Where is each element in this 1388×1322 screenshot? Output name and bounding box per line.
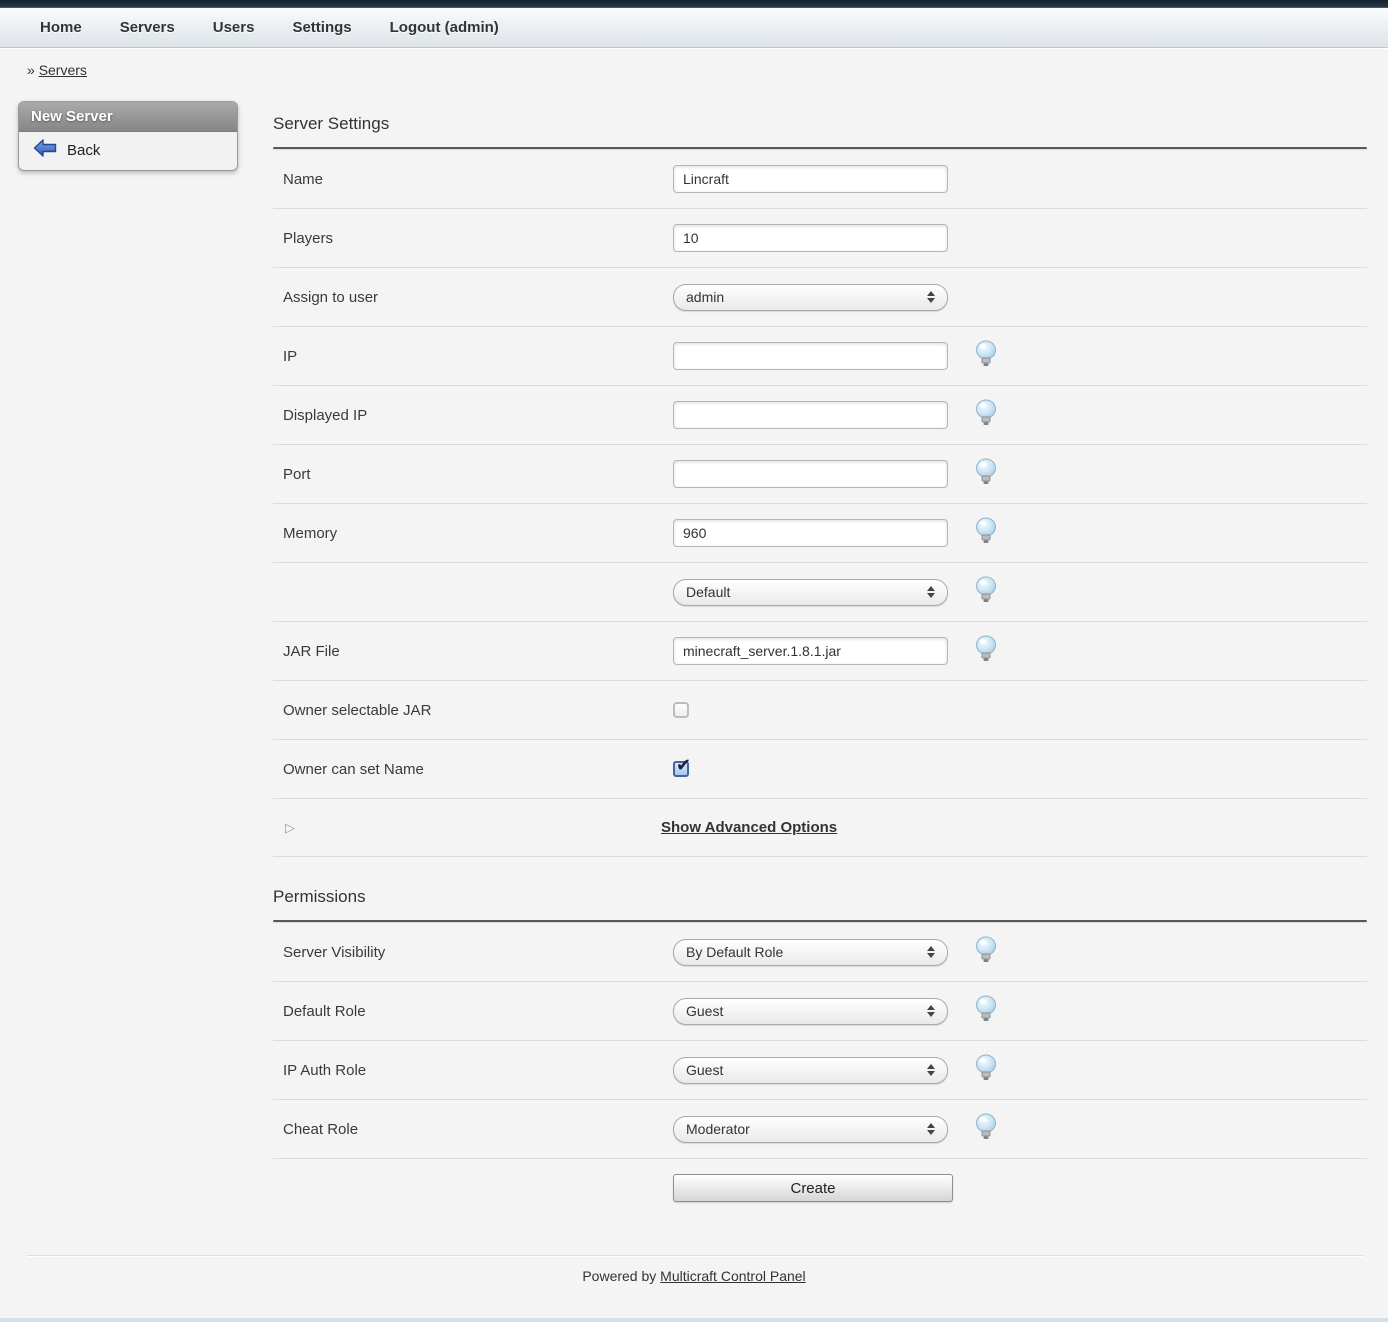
select-arrows-icon bbox=[927, 586, 935, 598]
cheat-role-value: Moderator bbox=[686, 1121, 927, 1137]
row-assign-to-user: Assign to user admin bbox=[273, 267, 1367, 326]
panel-title: New Server bbox=[19, 102, 237, 132]
assign-to-user-select[interactable]: admin bbox=[673, 284, 948, 311]
back-label: Back bbox=[67, 142, 100, 159]
disclosure-triangle-icon[interactable]: ▷ bbox=[273, 820, 661, 836]
permissions-title: Permissions bbox=[273, 887, 1367, 920]
ip-label: IP bbox=[273, 348, 673, 365]
default-select-help-bulb-icon[interactable] bbox=[974, 576, 998, 609]
row-owner-can-set-name: Owner can set Name ✔ bbox=[273, 739, 1367, 798]
footer-divider bbox=[27, 1255, 1363, 1256]
show-advanced-options-link[interactable]: Show Advanced Options bbox=[661, 819, 837, 836]
players-label: Players bbox=[273, 230, 673, 247]
memory-help-bulb-icon[interactable] bbox=[974, 517, 998, 550]
row-cheat-role: Cheat Role Moderator bbox=[273, 1099, 1367, 1158]
checkmark-icon: ✔ bbox=[676, 756, 691, 774]
ip-auth-role-help-bulb-icon[interactable] bbox=[974, 1054, 998, 1087]
row-jar-file: JAR File bbox=[273, 621, 1367, 680]
assign-to-user-value: admin bbox=[686, 289, 927, 305]
create-button[interactable]: Create bbox=[673, 1174, 953, 1202]
displayed-ip-help-bulb-icon[interactable] bbox=[974, 399, 998, 432]
row-server-visibility: Server Visibility By Default Role bbox=[273, 922, 1367, 981]
main-navbar: Home Servers Users Settings Logout (admi… bbox=[0, 8, 1388, 48]
select-arrows-icon bbox=[927, 1064, 935, 1076]
cheat-role-label: Cheat Role bbox=[273, 1121, 673, 1138]
row-owner-selectable-jar: Owner selectable JAR bbox=[273, 680, 1367, 739]
bottom-strip bbox=[0, 1318, 1388, 1322]
cheat-role-select[interactable]: Moderator bbox=[673, 1116, 948, 1143]
server-visibility-select[interactable]: By Default Role bbox=[673, 939, 948, 966]
row-ip-auth-role: IP Auth Role Guest bbox=[273, 1040, 1367, 1099]
breadcrumb-arrows: » bbox=[27, 62, 35, 78]
new-server-panel: New Server Back bbox=[18, 101, 238, 171]
owner-selectable-jar-checkbox[interactable] bbox=[673, 702, 689, 718]
select-arrows-icon bbox=[927, 1123, 935, 1135]
default-role-value: Guest bbox=[686, 1003, 927, 1019]
assign-to-user-label: Assign to user bbox=[273, 289, 673, 306]
row-advanced-options: ▷ Show Advanced Options bbox=[273, 798, 1367, 857]
owner-selectable-jar-label: Owner selectable JAR bbox=[273, 702, 673, 719]
breadcrumb: » Servers bbox=[27, 62, 1388, 82]
displayed-ip-label: Displayed IP bbox=[273, 407, 673, 424]
row-port: Port bbox=[273, 444, 1367, 503]
footer-powered-by-text: Powered by bbox=[582, 1268, 656, 1284]
breadcrumb-servers-link[interactable]: Servers bbox=[39, 62, 87, 78]
jar-file-input[interactable] bbox=[673, 637, 948, 665]
select-arrows-icon bbox=[927, 1005, 935, 1017]
cheat-role-help-bulb-icon[interactable] bbox=[974, 1113, 998, 1146]
name-label: Name bbox=[273, 171, 673, 188]
row-name: Name bbox=[273, 149, 1367, 208]
row-memory: Memory bbox=[273, 503, 1367, 562]
default-select[interactable]: Default bbox=[673, 579, 948, 606]
select-arrows-icon bbox=[927, 946, 935, 958]
port-input[interactable] bbox=[673, 460, 948, 488]
sidebar: New Server Back bbox=[0, 82, 273, 171]
jar-file-label: JAR File bbox=[273, 643, 673, 660]
ip-help-bulb-icon[interactable] bbox=[974, 340, 998, 373]
nav-users[interactable]: Users bbox=[213, 19, 255, 36]
server-visibility-help-bulb-icon[interactable] bbox=[974, 936, 998, 969]
port-help-bulb-icon[interactable] bbox=[974, 458, 998, 491]
nav-logout[interactable]: Logout (admin) bbox=[390, 19, 499, 36]
ip-auth-role-select[interactable]: Guest bbox=[673, 1057, 948, 1084]
nav-settings[interactable]: Settings bbox=[292, 19, 351, 36]
server-visibility-label: Server Visibility bbox=[273, 944, 673, 961]
ip-auth-role-label: IP Auth Role bbox=[273, 1062, 673, 1079]
memory-input[interactable] bbox=[673, 519, 948, 547]
row-ip: IP bbox=[273, 326, 1367, 385]
default-role-select[interactable]: Guest bbox=[673, 998, 948, 1025]
main-content: Server Settings Name Players Assign to u… bbox=[273, 82, 1367, 1217]
footer-multicraft-link[interactable]: Multicraft Control Panel bbox=[660, 1268, 806, 1284]
default-role-help-bulb-icon[interactable] bbox=[974, 995, 998, 1028]
row-create: Create bbox=[273, 1158, 1367, 1217]
nav-home[interactable]: Home bbox=[40, 19, 82, 36]
displayed-ip-input[interactable] bbox=[673, 401, 948, 429]
ip-input[interactable] bbox=[673, 342, 948, 370]
owner-can-set-name-label: Owner can set Name bbox=[273, 761, 673, 778]
server-settings-title: Server Settings bbox=[273, 114, 1367, 147]
nav-servers[interactable]: Servers bbox=[120, 19, 175, 36]
owner-can-set-name-checkbox[interactable]: ✔ bbox=[673, 761, 689, 777]
memory-label: Memory bbox=[273, 525, 673, 542]
back-arrow-icon bbox=[33, 139, 67, 162]
back-button[interactable]: Back bbox=[33, 139, 227, 162]
footer: Powered by Multicraft Control Panel bbox=[0, 1268, 1388, 1284]
name-input[interactable] bbox=[673, 165, 948, 193]
top-navy-strip bbox=[0, 0, 1388, 8]
row-displayed-ip: Displayed IP bbox=[273, 385, 1367, 444]
select-arrows-icon bbox=[927, 291, 935, 303]
server-visibility-value: By Default Role bbox=[686, 944, 927, 960]
default-role-label: Default Role bbox=[273, 1003, 673, 1020]
row-default-role: Default Role Guest bbox=[273, 981, 1367, 1040]
default-select-value: Default bbox=[686, 584, 927, 600]
row-players: Players bbox=[273, 208, 1367, 267]
port-label: Port bbox=[273, 466, 673, 483]
jar-file-help-bulb-icon[interactable] bbox=[974, 635, 998, 668]
ip-auth-role-value: Guest bbox=[686, 1062, 927, 1078]
row-default-select: Default bbox=[273, 562, 1367, 621]
players-input[interactable] bbox=[673, 224, 948, 252]
